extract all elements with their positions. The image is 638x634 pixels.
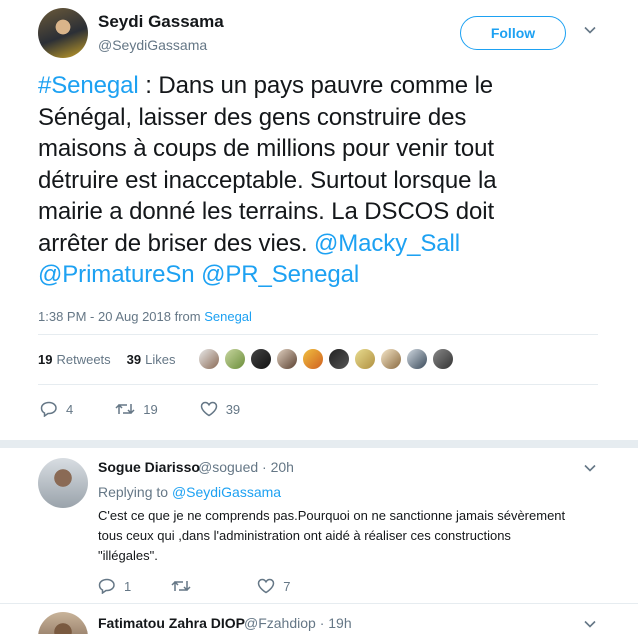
retweet-button[interactable]: 19 bbox=[115, 401, 158, 417]
reply-avatar[interactable] bbox=[38, 612, 88, 634]
divider bbox=[38, 334, 598, 335]
reply-author-name[interactable]: Fatimatou Zahra DIOP bbox=[98, 615, 245, 631]
reply-avatar[interactable] bbox=[38, 458, 88, 508]
avatar[interactable] bbox=[224, 348, 246, 370]
likers-avatars bbox=[198, 348, 458, 370]
avatar[interactable] bbox=[406, 348, 428, 370]
avatar[interactable] bbox=[432, 348, 454, 370]
reply-button[interactable]: 4 bbox=[40, 401, 73, 417]
avatar[interactable] bbox=[328, 348, 350, 370]
chevron-down-icon[interactable] bbox=[584, 24, 596, 36]
reply-icon bbox=[40, 401, 57, 417]
chevron-down-icon[interactable] bbox=[584, 462, 596, 474]
like-button[interactable]: 39 bbox=[200, 401, 240, 417]
reply-author-handle[interactable]: @Fzahdiop · 19h bbox=[244, 615, 352, 631]
tweet-timestamp: 1:38 PM - 20 Aug 2018 from Senegal bbox=[38, 309, 252, 324]
mention-pr-senegal[interactable]: @PR_Senegal bbox=[201, 261, 359, 288]
divider bbox=[38, 384, 598, 385]
chevron-down-icon[interactable] bbox=[584, 618, 596, 630]
mention-primaturesn[interactable]: @PrimatureSn bbox=[38, 261, 195, 288]
reply-button[interactable]: 1 bbox=[98, 578, 131, 594]
replying-to: Replying to @SeydiGassama bbox=[98, 484, 282, 500]
reply-actions: 1 7 bbox=[98, 578, 318, 594]
hashtag-senegal[interactable]: #Senegal bbox=[38, 72, 139, 99]
tweet-text: #Senegal : Dans un pays pauvre comme le … bbox=[38, 72, 497, 288]
avatar[interactable] bbox=[354, 348, 376, 370]
author-handle[interactable]: @SeydiGassama bbox=[98, 37, 207, 53]
retweets-stat[interactable]: 19 Retweets bbox=[38, 352, 111, 367]
retweet-button[interactable] bbox=[171, 578, 199, 594]
divider bbox=[0, 603, 638, 604]
avatar[interactable] bbox=[380, 348, 402, 370]
replying-to-link[interactable]: @SeydiGassama bbox=[172, 484, 281, 500]
reply-text: C'est ce que je ne comprends pas.Pourquo… bbox=[98, 508, 566, 563]
like-icon bbox=[257, 578, 275, 594]
author-name[interactable]: Seydi Gassama bbox=[98, 12, 224, 32]
likes-stat[interactable]: 39 Likes bbox=[127, 352, 176, 367]
avatar[interactable] bbox=[198, 348, 220, 370]
retweet-icon bbox=[115, 403, 135, 415]
avatar[interactable] bbox=[250, 348, 272, 370]
follow-button[interactable]: Follow bbox=[460, 16, 566, 50]
retweet-icon bbox=[171, 580, 191, 592]
tweet-stats: 19 Retweets 39 Likes bbox=[38, 352, 192, 367]
mention-macky-sall[interactable]: @Macky_Sall bbox=[314, 230, 460, 257]
avatar[interactable] bbox=[276, 348, 298, 370]
like-icon bbox=[200, 401, 217, 417]
author-avatar[interactable] bbox=[38, 8, 88, 58]
reply-author-name[interactable]: Sogue Diarisso bbox=[98, 459, 200, 475]
divider bbox=[0, 440, 638, 448]
location-link[interactable]: Senegal bbox=[204, 309, 252, 324]
avatar[interactable] bbox=[302, 348, 324, 370]
reply-author-handle[interactable]: @sogued · 20h bbox=[198, 459, 294, 475]
tweet-actions: 4 19 39 bbox=[40, 401, 268, 417]
reply-icon bbox=[98, 578, 115, 594]
like-button[interactable]: 7 bbox=[257, 578, 290, 594]
